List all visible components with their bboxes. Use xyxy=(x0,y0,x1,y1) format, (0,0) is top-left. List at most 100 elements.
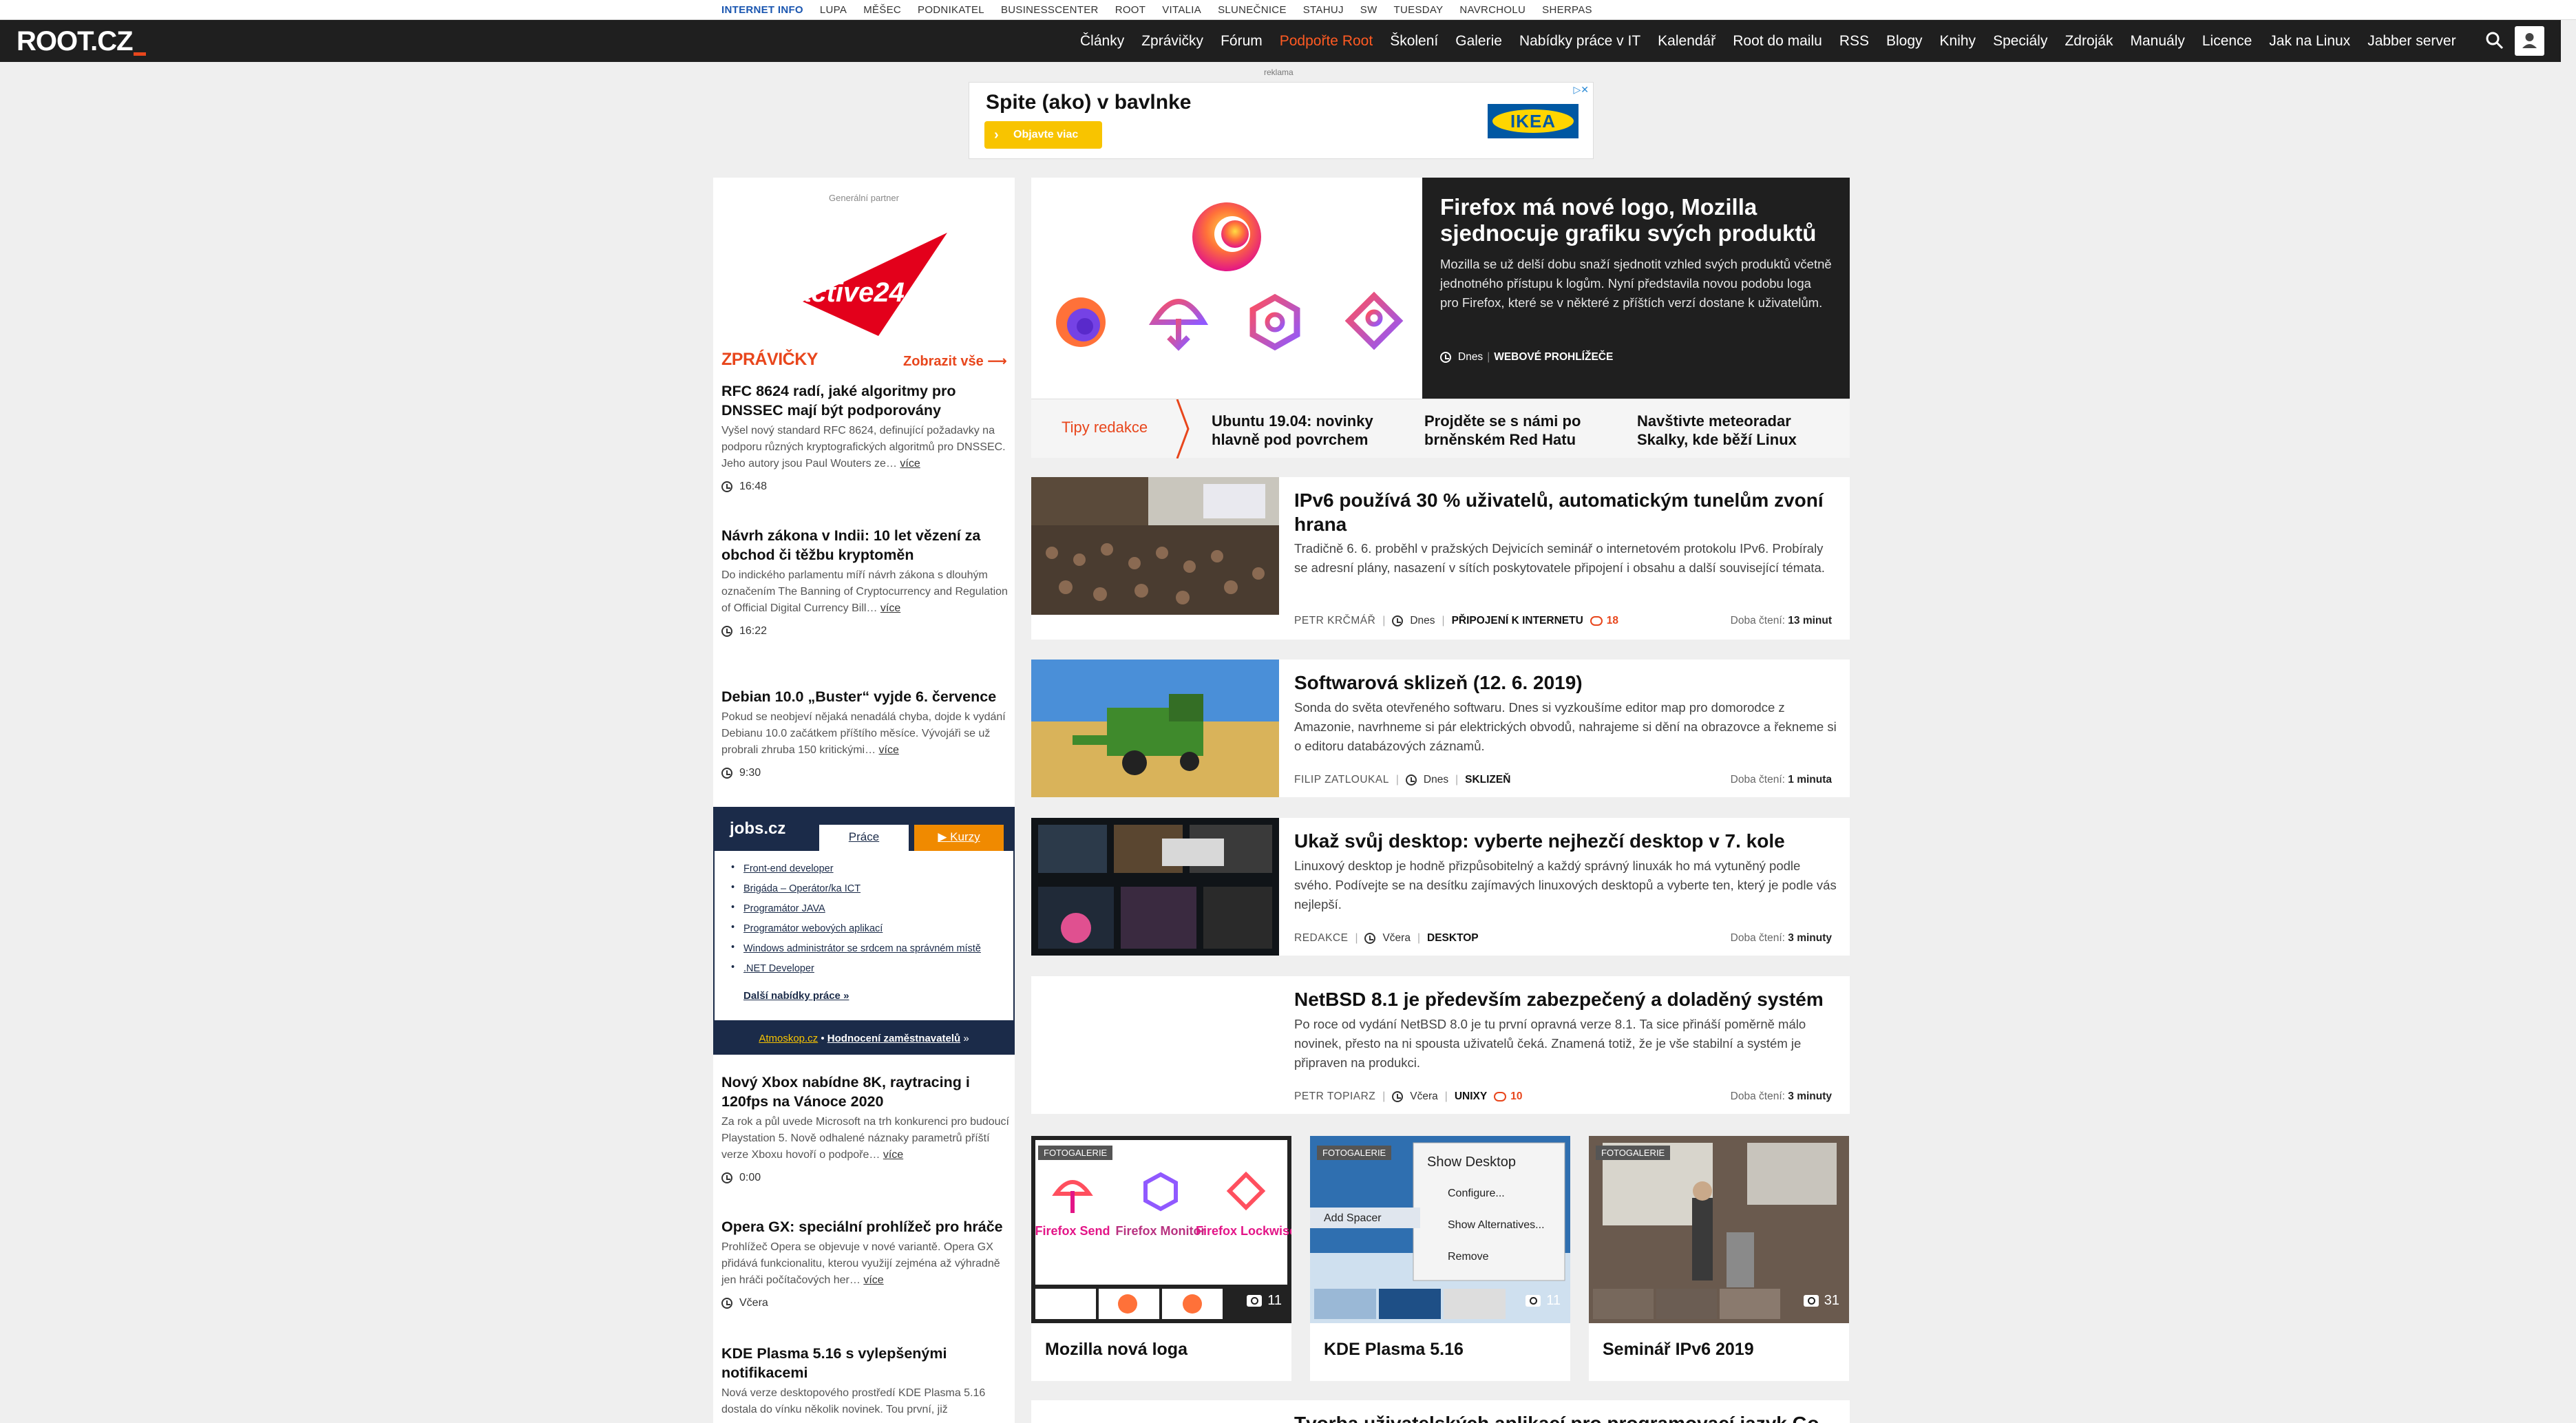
news-item[interactable]: Nový Xbox nabídne 8K, raytracing i 120fp… xyxy=(721,1073,1011,1184)
tab-jobs[interactable]: Práce xyxy=(819,825,909,851)
job-link[interactable]: .NET Developer xyxy=(731,962,1013,983)
news-heading[interactable]: ZPRÁVIČKY xyxy=(721,350,818,370)
network-link[interactable]: STAHUJ xyxy=(1303,4,1344,16)
article-category[interactable]: DESKTOP xyxy=(1427,932,1479,945)
news-item[interactable]: RFC 8624 radí, jaké algoritmy pro DNSSEC… xyxy=(721,381,1011,493)
more-link[interactable]: více xyxy=(900,458,920,470)
site-logo[interactable]: ROOT.CZ xyxy=(17,26,134,57)
news-item[interactable]: Návrh zákona v Indii: 10 let vězení za o… xyxy=(721,526,1011,637)
network-link[interactable]: PODNIKATEL xyxy=(918,4,984,16)
nav-item[interactable]: Root do mailu xyxy=(1733,33,1822,50)
tip-link[interactable]: Navštivte meteoradar Skalky, kde běží Li… xyxy=(1637,412,1823,449)
article-title[interactable]: Softwarová sklizeň (12. 6. 2019) xyxy=(1294,671,1838,695)
article-author[interactable]: FILIP ZATLOUKAL xyxy=(1294,774,1389,786)
job-link[interactable]: Front-end developer xyxy=(731,862,1013,883)
search-icon[interactable] xyxy=(2485,31,2504,50)
nav-item[interactable]: Blogy xyxy=(1886,33,1923,50)
tip-link[interactable]: Projděte se s námi po brněnském Red Hatu xyxy=(1424,412,1610,449)
nav-item[interactable]: Fórum xyxy=(1221,33,1263,50)
article-title[interactable]: IPv6 používá 30 % uživatelů, automatický… xyxy=(1294,488,1838,536)
nav-item[interactable]: Jabber server xyxy=(2367,33,2456,50)
article-thumbnail[interactable] xyxy=(1031,818,1279,956)
network-link[interactable]: NAVRCHOLU xyxy=(1459,4,1525,16)
network-link[interactable]: LUPA xyxy=(820,4,847,16)
active24-logo[interactable]: active24 xyxy=(775,205,954,336)
atmoskop-link[interactable]: Atmoskop.cz xyxy=(759,1033,818,1044)
article-category[interactable]: UNIXY xyxy=(1455,1090,1487,1103)
featured-category[interactable]: WEBOVÉ PROHLÍŽEČE xyxy=(1494,351,1613,363)
nav-item[interactable]: Zprávičky xyxy=(1141,33,1203,50)
gallery-card[interactable]: Firefox Send Firefox Monitor Firefox Loc… xyxy=(1031,1136,1291,1381)
more-link[interactable]: více xyxy=(883,1149,903,1161)
nav-item[interactable]: Jak na Linux xyxy=(2269,33,2350,50)
article-author[interactable]: PETR TOPIARZ xyxy=(1294,1090,1375,1103)
nav-item[interactable]: Licence xyxy=(2202,33,2252,50)
article-title[interactable]: NetBSD 8.1 je především zabezpečený a do… xyxy=(1294,987,1838,1011)
article-category[interactable]: SKLIZEŇ xyxy=(1465,774,1510,786)
featured-title[interactable]: Firefox má nové logo, Mozilla sjednocuje… xyxy=(1440,194,1832,246)
news-title[interactable]: Návrh zákona v Indii: 10 let vězení za o… xyxy=(721,526,1011,565)
nav-item[interactable]: Školení xyxy=(1390,33,1438,50)
article-thumbnail[interactable] xyxy=(1031,976,1279,1114)
news-item[interactable]: KDE Plasma 5.16 s vylepšenými notifikace… xyxy=(721,1344,1011,1418)
article-card[interactable]: Softwarová sklizeň (12. 6. 2019) Sonda d… xyxy=(1031,660,1850,797)
more-link[interactable]: více xyxy=(863,1274,883,1286)
ikea-banner[interactable]: Spite (ako) v bavlnke › Objavte viac IKE… xyxy=(969,82,1594,159)
network-link[interactable]: INTERNET INFO xyxy=(721,4,803,16)
network-link[interactable]: BUSINESSCENTER xyxy=(1001,4,1099,16)
news-item[interactable]: Debian 10.0 „Buster“ vyjde 6. července P… xyxy=(721,687,1011,779)
gallery-card[interactable]: Show Desktop Configure... Add Spacer Sho… xyxy=(1310,1136,1570,1381)
news-title[interactable]: Debian 10.0 „Buster“ vyjde 6. července xyxy=(721,687,1011,706)
article-card[interactable]: Tvorba uživatelských aplikací pro progra… xyxy=(1031,1400,1850,1423)
network-link[interactable]: SLUNEČNICE xyxy=(1218,4,1287,16)
network-link[interactable]: VITALIA xyxy=(1162,4,1201,16)
more-link[interactable]: více xyxy=(880,602,900,614)
employer-rating-link[interactable]: Hodnocení zaměstnavatelů xyxy=(827,1033,960,1044)
ad-cta-button[interactable]: › Objavte viac xyxy=(984,121,1102,149)
gallery-title[interactable]: Seminář IPv6 2019 xyxy=(1603,1340,1754,1360)
news-title[interactable]: RFC 8624 radí, jaké algoritmy pro DNSSEC… xyxy=(721,381,1011,420)
article-author[interactable]: PETR KRČMÁŘ xyxy=(1294,615,1375,627)
news-title[interactable]: Nový Xbox nabídne 8K, raytracing i 120fp… xyxy=(721,1073,1011,1111)
article-thumbnail[interactable] xyxy=(1031,477,1279,615)
news-title[interactable]: KDE Plasma 5.16 s vylepšenými notifikace… xyxy=(721,1344,1011,1382)
featured-article[interactable]: Firefox má nové logo, Mozilla sjednocuje… xyxy=(1031,178,1850,399)
network-link[interactable]: SW xyxy=(1360,4,1377,16)
more-link[interactable]: více xyxy=(879,744,899,756)
job-link[interactable]: Programátor webových aplikací xyxy=(731,922,1013,943)
comments-link[interactable]: 18 xyxy=(1590,615,1618,627)
article-title[interactable]: Ukaž svůj desktop: vyberte nejhezčí desk… xyxy=(1294,829,1838,853)
gallery-title[interactable]: Mozilla nová loga xyxy=(1045,1340,1187,1360)
news-title[interactable]: Opera GX: speciální prohlížeč pro hráče xyxy=(721,1217,1011,1236)
more-jobs-link[interactable]: Další nabídky práce » xyxy=(743,990,1013,1002)
article-thumbnail[interactable] xyxy=(1031,660,1279,797)
network-link[interactable]: TUESDAY xyxy=(1394,4,1444,16)
adchoices-icon[interactable]: ▷✕ xyxy=(1574,84,1590,96)
article-title[interactable]: Tvorba uživatelských aplikací pro progra… xyxy=(1294,1413,1819,1423)
nav-item[interactable]: Zdroják xyxy=(2065,33,2113,50)
nav-item[interactable]: Knihy xyxy=(1940,33,1976,50)
network-link[interactable]: SHERPAS xyxy=(1542,4,1592,16)
nav-item[interactable]: RSS xyxy=(1839,33,1869,50)
job-link[interactable]: Brigáda – Operátor/ka ICT xyxy=(731,882,1013,903)
nav-item[interactable]: Kalendář xyxy=(1658,33,1715,50)
news-item[interactable]: Opera GX: speciální prohlížeč pro hráče … xyxy=(721,1217,1011,1309)
article-card[interactable]: Ukaž svůj desktop: vyberte nejhezčí desk… xyxy=(1031,818,1850,956)
comments-link[interactable]: 10 xyxy=(1494,1090,1522,1103)
gallery-card[interactable]: FOTOGALERIE 31 Seminář IPv6 2019 xyxy=(1589,1136,1849,1381)
show-all-link[interactable]: Zobrazit vše ⟶ xyxy=(903,352,1007,370)
network-link[interactable]: ROOT xyxy=(1115,4,1146,16)
user-button[interactable] xyxy=(2515,26,2544,56)
nav-item-support[interactable]: Podpořte Root xyxy=(1280,33,1373,50)
nav-item[interactable]: Speciály xyxy=(1993,33,2047,50)
nav-item[interactable]: Galerie xyxy=(1455,33,1502,50)
tip-link[interactable]: Ubuntu 19.04: novinky hlavně pod povrche… xyxy=(1212,412,1397,449)
nav-item[interactable]: Články xyxy=(1080,33,1124,50)
jobs-logo[interactable]: jobs.cz xyxy=(730,819,785,839)
job-link[interactable]: Programátor JAVA xyxy=(731,902,1013,923)
nav-item[interactable]: Nabídky práce v IT xyxy=(1519,33,1640,50)
tab-courses[interactable]: ▶ Kurzy xyxy=(914,825,1004,851)
network-link[interactable]: MĚŠEC xyxy=(863,4,901,16)
job-link[interactable]: Windows administrátor se srdcem na správ… xyxy=(731,942,1013,963)
gallery-title[interactable]: KDE Plasma 5.16 xyxy=(1324,1340,1464,1360)
